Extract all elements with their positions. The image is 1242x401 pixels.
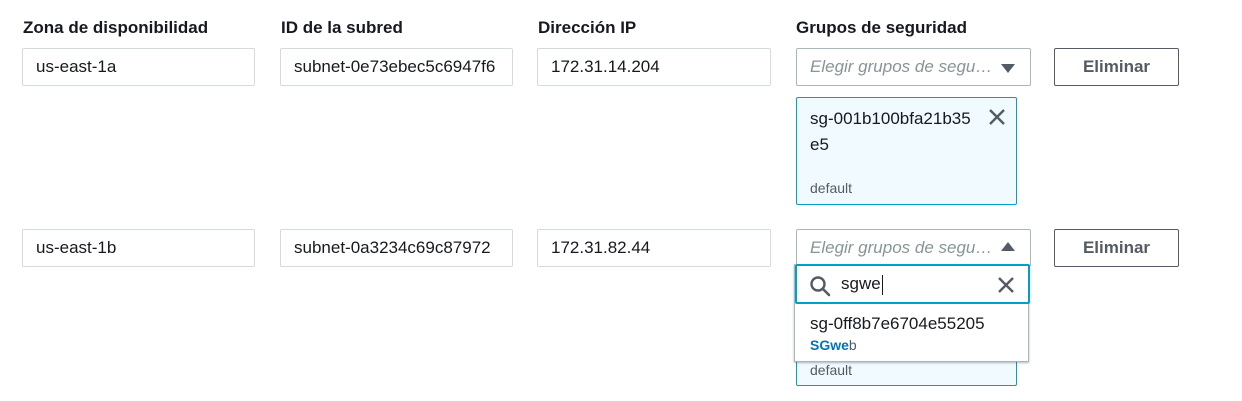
security-group-dropdown: sgwe sg-0ff8b7e6704e55205 SGweb — [794, 264, 1030, 362]
zone-field: us-east-1a — [22, 48, 255, 86]
token-group-description: default — [810, 362, 853, 378]
ip-address-input[interactable]: 172.31.14.204 — [537, 48, 771, 86]
clear-search-icon[interactable] — [996, 275, 1016, 295]
remove-button[interactable]: Eliminar — [1054, 229, 1179, 267]
zone-field: us-east-1b — [22, 229, 255, 267]
close-icon[interactable] — [987, 107, 1007, 127]
header-ip: Dirección IP — [538, 18, 637, 37]
security-group-select-placeholder: Elegir grupos de seguridad — [810, 238, 995, 257]
security-group-select[interactable]: Elegir grupos de seguridad — [796, 229, 1031, 267]
token-group-id: sg-001b100bfa21b35e5 — [810, 109, 971, 154]
security-group-select[interactable]: Elegir grupos de seguridad — [796, 48, 1031, 86]
selected-security-group-token: sg-001b100bfa21b35e5 default — [796, 97, 1017, 205]
security-group-select-placeholder: Elegir grupos de seguridad — [810, 57, 995, 76]
ip-address-input[interactable]: 172.31.82.44 — [537, 229, 771, 267]
security-group-search-input[interactable]: sgwe — [795, 264, 1030, 304]
subnet-field: subnet-0a3234c69c87972 — [280, 229, 513, 267]
token-group-description: default — [810, 180, 853, 196]
caret-up-icon — [1001, 242, 1015, 251]
header-security-groups: Grupos de seguridad — [796, 18, 967, 37]
search-query: sgwe — [841, 274, 883, 295]
option-group-tag: SGweb — [810, 337, 857, 353]
header-zone: Zona de disponibilidad — [23, 18, 209, 37]
header-subnet: ID de la subred — [281, 18, 403, 37]
caret-down-icon — [1001, 64, 1015, 73]
search-icon — [810, 276, 831, 297]
subnet-field: subnet-0e73ebec5c6947f6 — [280, 48, 513, 86]
remove-button[interactable]: Eliminar — [1054, 48, 1179, 86]
option-group-id: sg-0ff8b7e6704e55205 — [810, 314, 985, 333]
